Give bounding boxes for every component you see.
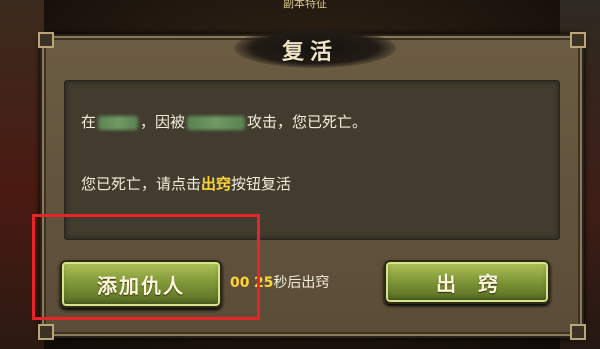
game-scene: 副本特征 在，因被 攻击，您已死亡。 您已死亡，请点击出窍按钮复活 添加仇人 00… <box>0 0 600 349</box>
instruction-prefix: 您已死亡，请点击 <box>81 175 202 193</box>
frame-corner <box>570 324 586 340</box>
blurred-attacker <box>187 115 246 130</box>
exit-body-button[interactable]: 出窍 <box>384 260 550 304</box>
timer-suffix: 秒后出窍 <box>273 275 330 291</box>
frame-corner <box>38 324 54 340</box>
instruction-suffix: 按钮复活 <box>231 175 292 193</box>
death-message-suffix: 攻击，您已死亡。 <box>247 113 368 131</box>
dialog-title: 复活 <box>281 40 338 65</box>
instruction-highlight: 出窍 <box>201 175 232 193</box>
death-message-prefix: 在 <box>81 113 97 131</box>
annotation-highlight-box <box>32 214 260 320</box>
revive-instruction: 您已死亡，请点击出窍按钮复活 <box>81 173 291 194</box>
death-message-middle: ，因被 <box>140 113 186 131</box>
top-banner-text: 副本特征 <box>283 0 327 10</box>
blurred-location <box>98 115 139 130</box>
death-message: 在 ，因被 攻击，您已死亡。 <box>81 111 367 132</box>
